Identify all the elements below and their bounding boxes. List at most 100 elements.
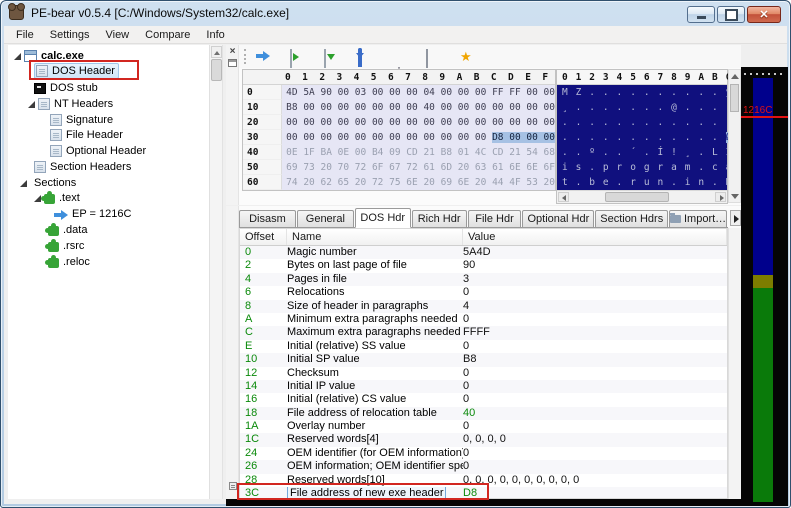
goto-arrow-icon[interactable]	[256, 50, 272, 64]
tree-item-section-headers[interactable]: Section Headers	[34, 159, 131, 175]
column-value[interactable]: Value	[463, 229, 727, 245]
table-row[interactable]: 1C Reserved words[4] 0, 0, 0, 0	[240, 433, 727, 447]
menu-compare[interactable]: Compare	[137, 27, 198, 43]
menu-info[interactable]: Info	[198, 27, 232, 43]
expander-icon[interactable]	[34, 194, 41, 202]
horizontal-scrollbar[interactable]	[557, 190, 727, 203]
table-row[interactable]: 10 Initial SP value B8	[240, 353, 727, 367]
table-row[interactable]: 1A Overlay number 0	[240, 420, 727, 433]
tree-item-data-section[interactable]: .data	[45, 222, 87, 238]
title-bar[interactable]: PE-bear v0.5.4 [C:/Windows/System32/calc…	[1, 1, 790, 26]
tab-imports[interactable]: Import…	[669, 210, 728, 227]
tab-scroll-right-icon[interactable]	[730, 210, 741, 226]
hex-row[interactable]: 20 00 00 00 00 00 00 00 00 00 00 00 00 0…	[243, 115, 555, 130]
table-row[interactable]: 12 Checksum 0	[240, 367, 727, 380]
expander-icon[interactable]	[20, 179, 27, 187]
hex-row[interactable]: 10 B8 00 00 00 00 00 00 00 40 00 00 00 0…	[243, 100, 555, 115]
hex-row[interactable]: 50 69 73 20 70 72 6F 67 72 61 6D 20 63 6…	[243, 160, 555, 175]
layout-segment-data[interactable]	[753, 275, 773, 288]
table-row[interactable]: 8 Size of header in paragraphs 4	[240, 299, 727, 313]
layout-segment-rsrc[interactable]	[753, 288, 773, 502]
menu-settings[interactable]: Settings	[42, 27, 98, 43]
scroll-up-icon[interactable]	[730, 71, 739, 82]
table-row[interactable]: 0 Magic number 5A4D	[240, 246, 727, 260]
column-name[interactable]: Name	[287, 229, 463, 245]
selected-name-box[interactable]: File address of new exe header	[287, 487, 447, 498]
hex-row[interactable]: 60 74 20 62 65 20 72 75 6E 20 69 6E 20 4…	[243, 175, 555, 190]
expander-icon[interactable]	[14, 52, 21, 60]
scrollbar-thumb[interactable]	[605, 192, 669, 202]
menu-view[interactable]: View	[97, 27, 137, 43]
ascii-preview-panel[interactable]: 0 1 2 3 4 5 6 7 8 9 A B C M Z . . . . . …	[556, 69, 733, 204]
scroll-right-icon[interactable]	[715, 192, 726, 202]
cell-offset: 6	[245, 286, 252, 299]
dock-close-icon[interactable]	[227, 46, 238, 57]
table-row[interactable]: 4 Pages in file 3	[240, 272, 727, 287]
tab-section-hdrs[interactable]: Section Hdrs	[595, 210, 669, 227]
table-row[interactable]: 24 OEM identifier (for OEM information) …	[240, 447, 727, 460]
tree-item-reloc-section[interactable]: .reloc	[45, 254, 90, 270]
table-row[interactable]: A Minimum extra paragraphs needed 0	[240, 313, 727, 326]
table-row[interactable]: C Maximum extra paragraphs needed FFFF	[240, 326, 727, 340]
tree-item-text-section[interactable]: .text	[34, 190, 80, 206]
tree-item-rsrc-section[interactable]: .rsrc	[45, 238, 84, 254]
import-entry-icon[interactable]	[290, 48, 306, 68]
undo-icon[interactable]	[358, 47, 374, 67]
tab-file-hdr[interactable]: File Hdr	[467, 210, 522, 227]
table-row[interactable]: 26 OEM information; OEM identifier speci…	[240, 460, 727, 474]
close-button[interactable]	[747, 6, 781, 23]
dock-float-icon[interactable]	[228, 59, 237, 67]
cell-value: FFFF	[463, 326, 490, 339]
table-row[interactable]: 6 Relocations 0	[240, 286, 727, 299]
edit-pencil-icon[interactable]	[392, 50, 408, 64]
table-row[interactable]: 2 Bytes on last page of file 90	[240, 259, 727, 272]
tree-item-optional-header[interactable]: Optional Header	[50, 143, 146, 159]
menu-file[interactable]: File	[8, 27, 42, 43]
tree-item-dos-stub[interactable]: DOS stub	[34, 80, 98, 96]
hex-row[interactable]: 30 00 00 00 00 00 00 00 00 00 00 00 00 D…	[243, 130, 555, 145]
tree-item-nt-headers[interactable]: NT Headers	[28, 96, 113, 112]
tree-item-entry-point[interactable]: EP = 1216C	[54, 206, 131, 222]
export-entry-icon[interactable]	[324, 48, 340, 68]
hex-bytes: 00 00 00 00 00 00 00 00 00 00 00 00 00 0…	[282, 115, 555, 130]
tree-item-calc-exe[interactable]: calc.exe	[14, 48, 84, 64]
table-scrollbar-track[interactable]	[728, 228, 741, 499]
table-header[interactable]: Offset Name Value	[240, 229, 727, 246]
hex-row[interactable]: 0 4D 5A 90 00 03 00 00 00 04 00 00 00 FF…	[243, 85, 555, 100]
table-row[interactable]: 18 File address of relocation table 40	[240, 406, 727, 421]
scroll-up-icon[interactable]	[211, 46, 222, 58]
tree-item-file-header[interactable]: File Header	[50, 127, 123, 143]
table-row[interactable]: 16 Initial (relative) CS value 0	[240, 393, 727, 406]
table-row[interactable]: 28 Reserved words[10] 0, 0, 0, 0, 0, 0, …	[240, 474, 727, 487]
tab-rich-hdr[interactable]: Rich Hdr	[411, 210, 467, 227]
table-row-new-exe-header[interactable]: 3C File address of new exe header D8	[240, 487, 727, 498]
copy-icon[interactable]	[426, 48, 442, 68]
hex-dump-table[interactable]: 0 1 2 3 4 5 6 7 8 9 A B C D E F 0 4D 5A …	[242, 69, 556, 191]
favorite-star-icon[interactable]	[460, 50, 476, 64]
tab-disasm[interactable]: Disasm	[239, 210, 296, 227]
expander-icon[interactable]	[28, 100, 35, 108]
cell-offset: 18	[245, 406, 258, 419]
tree-item-dos-header[interactable]: DOS Header	[34, 63, 119, 79]
scrollbar-thumb[interactable]	[730, 84, 739, 112]
scrollbar-thumb[interactable]	[211, 59, 222, 81]
cell-name: Initial SP value	[287, 353, 360, 366]
toolbar-drag-handle[interactable]	[244, 49, 246, 64]
tree-item-sections[interactable]: Sections	[20, 175, 76, 191]
pe-layout-bar[interactable]: 1216C	[741, 67, 788, 506]
table-row[interactable]: E Initial (relative) SS value 0	[240, 340, 727, 353]
hex-row[interactable]: 40 0E 1F BA 0E 00 B4 09 CD 21 B8 01 4C C…	[243, 145, 555, 160]
table-row[interactable]: 14 Initial IP value 0	[240, 379, 727, 394]
tab-optional-hdr[interactable]: Optional Hdr	[522, 210, 595, 227]
scroll-left-icon[interactable]	[558, 192, 569, 202]
tab-dos-hdr[interactable]: DOS Hdr	[354, 208, 411, 228]
scroll-down-icon[interactable]	[730, 190, 739, 201]
dock-handle-icon[interactable]	[229, 482, 237, 490]
maximize-button[interactable]	[717, 6, 745, 23]
tree-scrollbar[interactable]	[209, 45, 222, 499]
vertical-scrollbar[interactable]	[728, 69, 741, 203]
minimize-button[interactable]	[687, 6, 715, 23]
tab-general[interactable]: General	[296, 210, 354, 227]
tree-item-signature[interactable]: Signature	[50, 112, 113, 128]
column-offset[interactable]: Offset	[240, 229, 287, 245]
